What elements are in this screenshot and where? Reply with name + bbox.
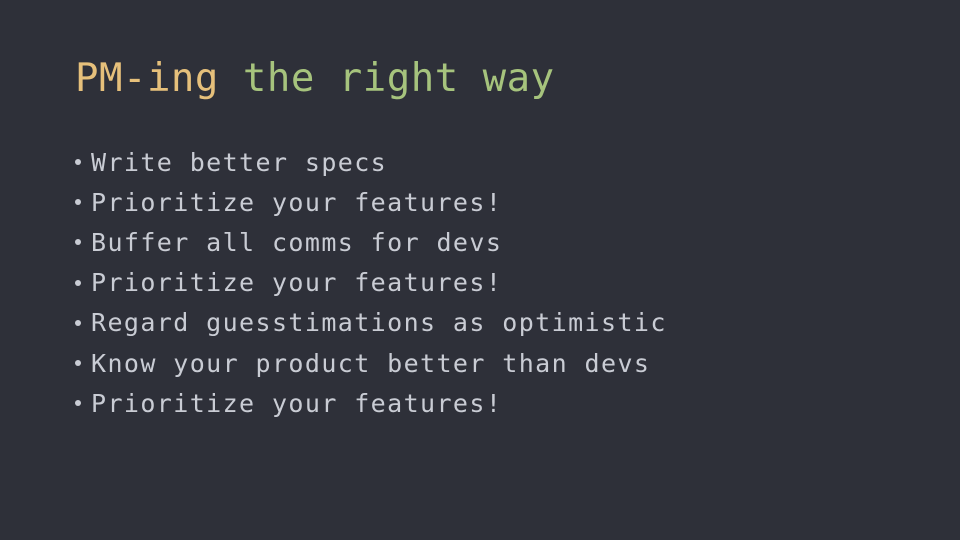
slide: PM-ing the right way Write better specs … [0,0,960,540]
bullet-dot-icon [75,159,81,166]
bullet-item: Write better specs [72,142,667,182]
bullet-dot-icon [75,199,81,206]
bullet-dot-icon [75,279,81,286]
bullet-dot-icon [75,400,81,407]
bullet-text: Know your product better than devs [91,348,651,378]
bullet-item: Prioritize your features! [72,263,667,303]
bullet-list: Write better specs Prioritize your featu… [72,142,667,423]
bullet-text: Write better specs [91,147,388,177]
bullet-item: Know your product better than devs [72,343,667,383]
bullet-dot-icon [75,319,81,326]
slide-title: PM-ing the right way [75,53,555,105]
slide-title-part-1: PM-ing [75,56,219,101]
bullet-text: Prioritize your features! [91,388,503,418]
bullet-item: Regard guesstimations as optimistic [72,303,667,343]
bullet-text: Buffer all comms for devs [91,227,503,257]
bullet-dot-icon [75,239,81,246]
bullet-item: Buffer all comms for devs [72,222,667,262]
bullet-text: Regard guesstimations as optimistic [91,308,667,338]
bullet-item: Prioritize your features! [72,182,667,222]
slide-title-part-2: the right way [242,56,555,101]
bullet-text: Prioritize your features! [91,187,503,217]
bullet-dot-icon [75,360,81,367]
bullet-item: Prioritize your features! [72,383,667,423]
bullet-text: Prioritize your features! [91,268,503,298]
